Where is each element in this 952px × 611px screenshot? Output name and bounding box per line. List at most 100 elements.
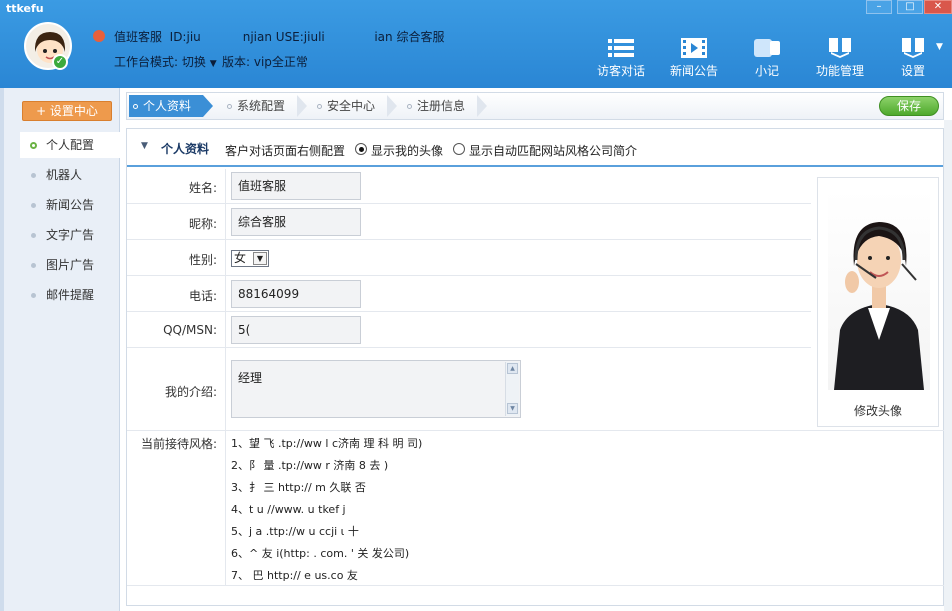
sidebar-item-image-ads[interactable]: 图片广告 (20, 252, 120, 278)
list-item[interactable]: 6、^ 友 i(http: . com. ' 关 发公司) (231, 543, 811, 565)
intro-label: 我的介绍: (164, 385, 217, 399)
app-header: ttkefu – □ ✕ ✓ 值班客服 ID:jiu njian USE:jiu… (0, 0, 952, 88)
sidebar-item-mail-alert[interactable]: 邮件提醒 (20, 282, 120, 308)
nav-news[interactable]: 新闻公告 (659, 38, 729, 79)
radio-show-avatar[interactable] (355, 143, 367, 155)
tab-registration-info[interactable]: 注册信息 (403, 95, 479, 117)
nav-label: 新闻公告 (669, 64, 718, 78)
qq-msn-field[interactable]: 5( (231, 316, 361, 344)
user-name: 值班客服 (114, 30, 163, 44)
list-icon (608, 39, 634, 57)
tab-personal-info[interactable]: 个人资料 (129, 95, 203, 117)
tab-separator (203, 95, 213, 117)
main-scrollbar[interactable] (944, 120, 952, 611)
online-status-icon: ✓ (52, 54, 68, 70)
sidebar-item-label: 文字广告 (46, 228, 95, 242)
name-field[interactable]: 值班客服 (231, 172, 361, 200)
bullet-icon (31, 293, 36, 298)
change-avatar-link[interactable]: 修改头像 (818, 402, 938, 419)
nav-function-manage[interactable]: 功能管理 (805, 38, 875, 79)
sidebar-item-label: 个人配置 (46, 138, 95, 152)
sidebar-item-label: 邮件提醒 (46, 288, 95, 302)
radio-show-company-intro[interactable] (453, 143, 465, 155)
tab-system-config[interactable]: 系统配置 (223, 95, 299, 117)
tab-separator (387, 95, 397, 117)
phone-field[interactable]: 88164099 (231, 280, 361, 308)
sidebar-item-news[interactable]: 新闻公告 (20, 192, 120, 218)
chevron-down-icon: ▼ (253, 252, 267, 265)
caret-down-icon: ▼ (209, 59, 217, 69)
phone-label: 电话: (188, 289, 217, 303)
gender-select[interactable]: 女 ▼ (231, 250, 269, 267)
qq-msn-label: QQ/MSN: (163, 323, 217, 337)
list-item[interactable]: 4、t u //www. u tkef j (231, 499, 811, 521)
sidebar-item-label: 机器人 (46, 168, 83, 182)
caret-down-icon[interactable]: ▼ (936, 42, 943, 52)
nav-label: 小记 (754, 64, 779, 78)
radio-label: 显示自动匹配网站风格公司简介 (469, 144, 638, 158)
nav-label: 功能管理 (815, 64, 864, 78)
nav-label: 设置 (900, 64, 925, 78)
panel-header: ▼ 个人资料 客户对话页面右侧配置 显示我的头像 显示自动匹配网站风格公司简介 (127, 129, 943, 167)
scroll-down-icon[interactable]: ▼ (507, 403, 518, 414)
bullet-icon (407, 104, 412, 109)
maximize-button[interactable]: □ (897, 0, 923, 14)
intro-textarea[interactable]: 经理 ▲ ▼ (231, 360, 521, 418)
list-item[interactable]: 1、望 飞 .tp://ww l c济南 理 科 明 司) (231, 433, 811, 455)
tab-security-center[interactable]: 安全中心 (313, 95, 389, 117)
list-item[interactable]: 2、阝 量 .tp://ww r 济南 8 去 ) (231, 455, 811, 477)
scroll-up-icon[interactable]: ▲ (507, 363, 518, 374)
intro-value: 经理 (238, 371, 263, 385)
collapse-caret-icon[interactable]: ▼ (141, 141, 148, 151)
reception-style-label: 当前接待风格: (140, 437, 217, 451)
version-label: 版本: vip全正常 (222, 55, 308, 69)
name-label: 姓名: (188, 181, 217, 195)
bullet-icon (317, 104, 322, 109)
sidebar-item-text-ads[interactable]: 文字广告 (20, 222, 120, 248)
settings-center-button[interactable]: + 设置中心 (22, 101, 112, 121)
bullet-icon (133, 104, 138, 109)
nav-visitor-chat[interactable]: 访客对话 (586, 38, 656, 79)
panel-title: 个人资料 (161, 142, 210, 156)
close-button[interactable]: ✕ (924, 0, 952, 14)
user-group: ian 综合客服 (374, 30, 445, 44)
work-mode-switch[interactable]: 工作台模式: 切换 ▼ (114, 53, 217, 70)
divider (127, 311, 811, 312)
tab-bar: 个人资料 系统配置 安全中心 注册信息 保存 (126, 92, 944, 120)
work-mode-label: 工作台模式: 切换 (114, 55, 206, 69)
user-info: 值班客服 ID:jiu njian USE:jiuli ian 综合客服 (114, 28, 444, 45)
sidebar-item-robot[interactable]: 机器人 (20, 162, 120, 188)
bullet-icon (227, 104, 232, 109)
divider (127, 239, 811, 240)
sidebar-item-label: 新闻公告 (46, 198, 95, 212)
tab-label: 注册信息 (417, 99, 466, 113)
user-account: njian USE:jiuli (242, 30, 325, 44)
app-title: ttkefu (6, 2, 44, 15)
tab-label: 安全中心 (327, 99, 376, 113)
tab-label: 个人资料 (143, 99, 192, 113)
gender-label: 性别: (188, 253, 217, 267)
customer-service-photo-icon (834, 222, 924, 390)
nav-notes[interactable]: 小记 (732, 38, 802, 79)
radio-label: 显示我的头像 (371, 144, 444, 158)
textarea-scrollbar[interactable]: ▲ ▼ (505, 362, 519, 416)
minimize-button[interactable]: – (866, 0, 892, 14)
list-item[interactable]: 7、 巴 http:// e us.co 友 (231, 565, 811, 587)
user-icon (93, 30, 105, 42)
sidebar-item-label: 图片广告 (46, 258, 95, 272)
save-button[interactable]: 保存 (879, 96, 939, 116)
tab-separator (477, 95, 487, 117)
list-item[interactable]: 5、j a .ttp://w u ccji ι 十 (231, 521, 811, 543)
sidebar-item-personal-config[interactable]: 个人配置 (20, 132, 120, 158)
settings-icon (902, 38, 924, 58)
nickname-field[interactable]: 综合客服 (231, 208, 361, 236)
list-item[interactable]: 3、扌 三 http:// m 久联 否 (231, 477, 811, 499)
divider (127, 203, 811, 204)
tab-label: 系统配置 (237, 99, 286, 113)
config-text: 客户对话页面右侧配置 (225, 144, 346, 158)
nav-label: 访客对话 (596, 64, 645, 78)
avatar-photo-box: 修改头像 (817, 177, 939, 427)
bullet-icon (31, 263, 36, 268)
reception-style-list: 1、望 飞 .tp://ww l c济南 理 科 明 司) 2、阝 量 .tp:… (231, 433, 811, 587)
avatar-photo[interactable] (828, 190, 930, 390)
